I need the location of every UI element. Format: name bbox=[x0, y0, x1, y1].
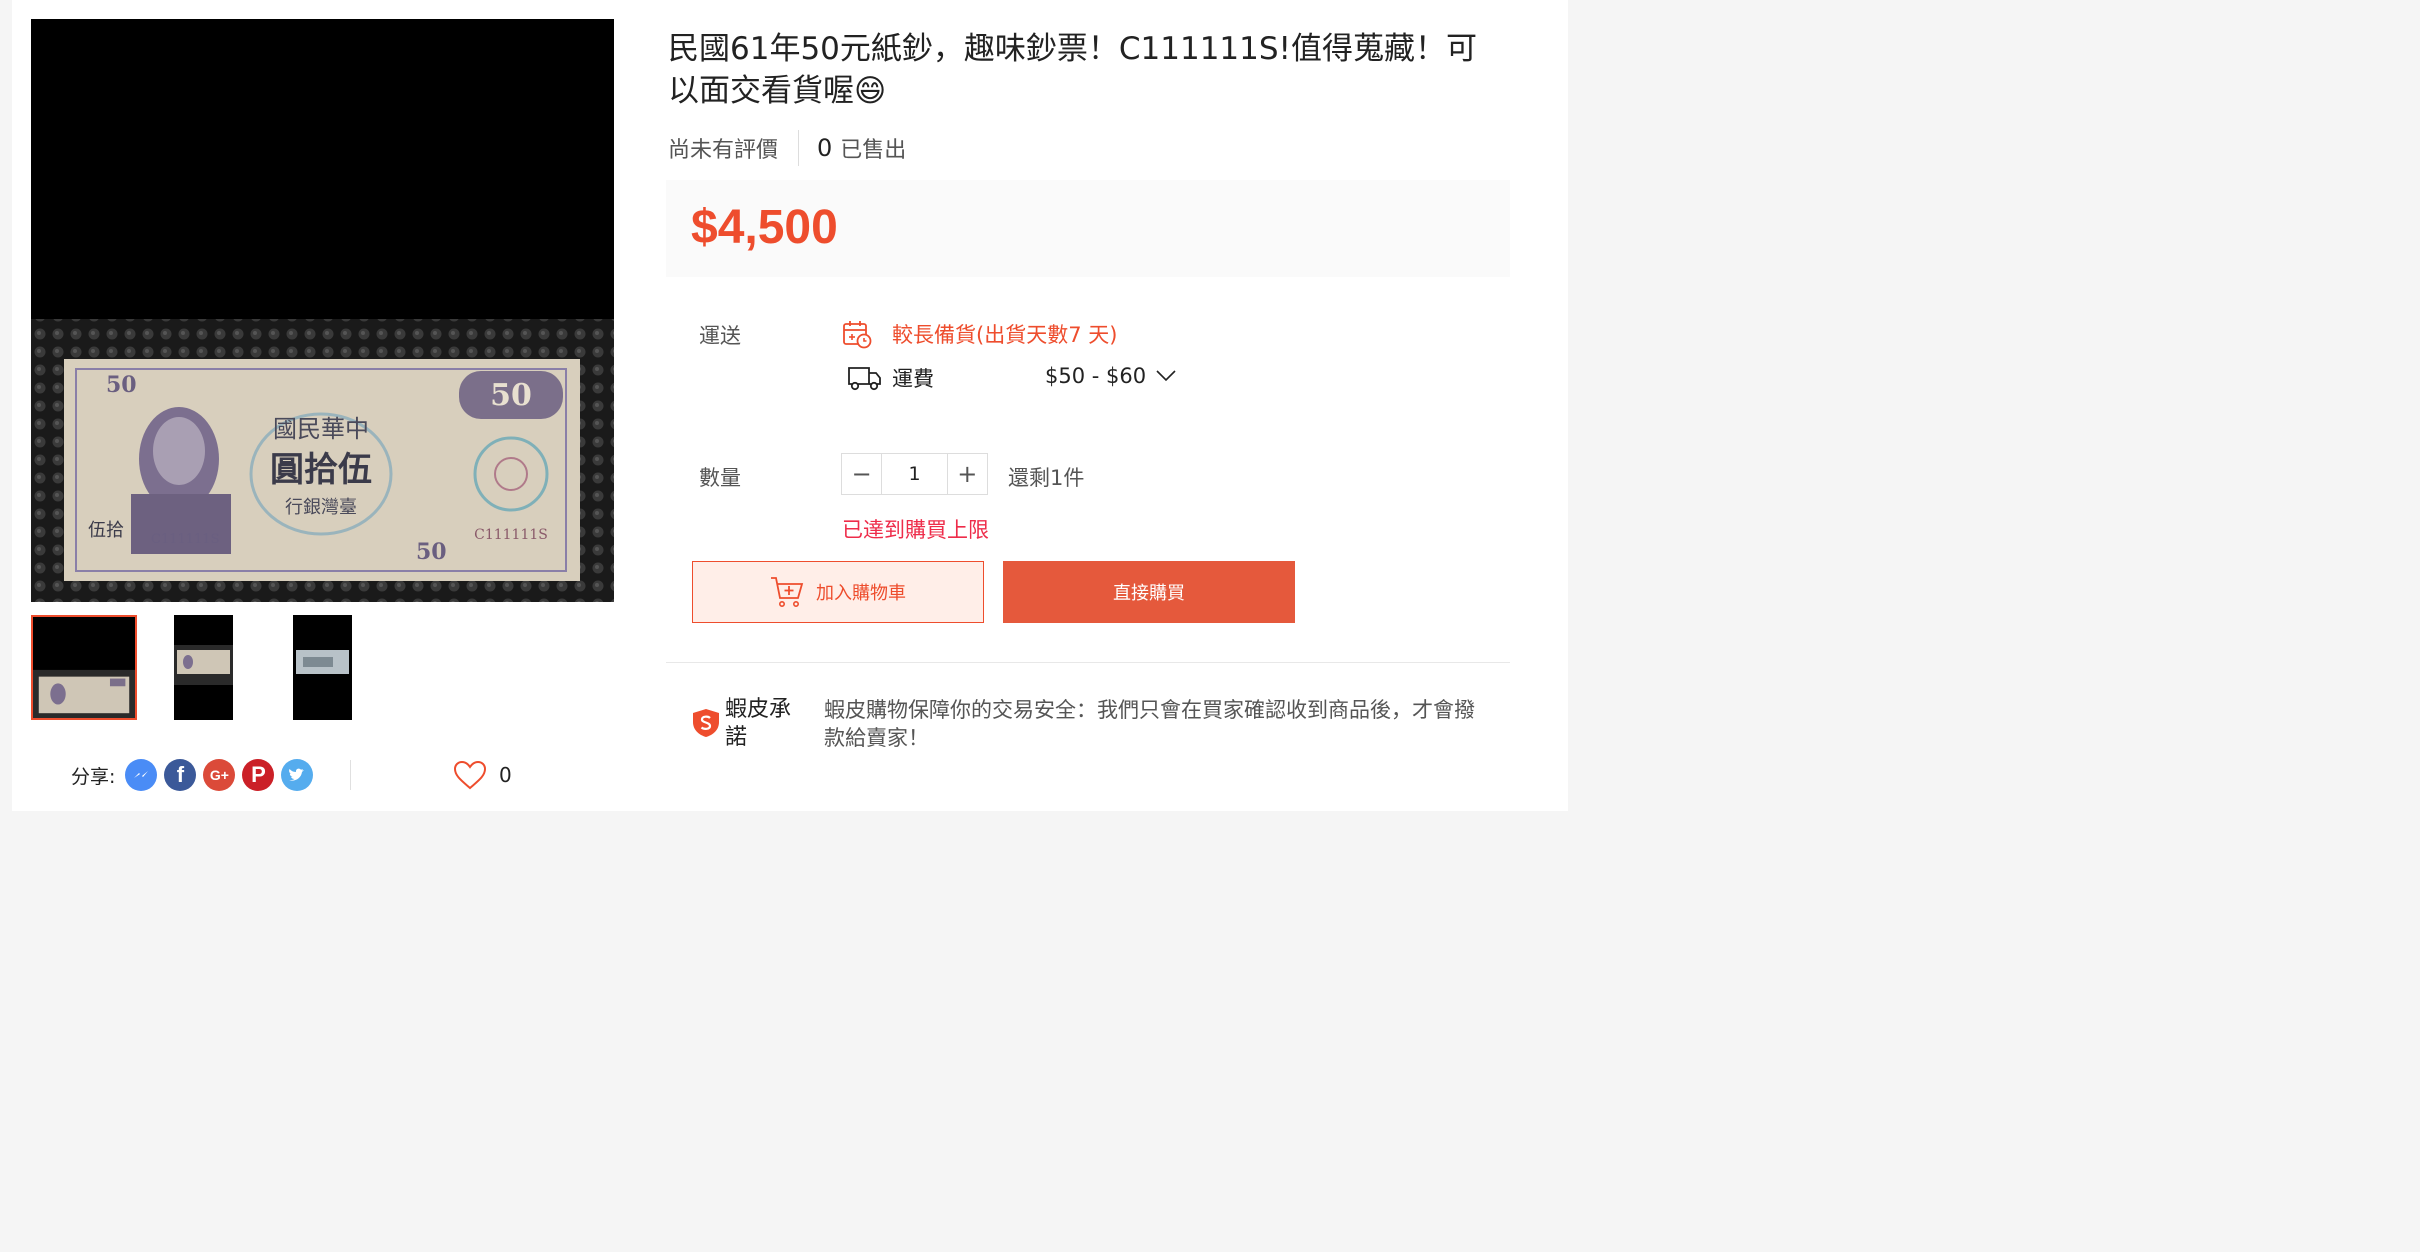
banknote-denomination-top: 50 bbox=[490, 378, 532, 413]
cart-add-icon bbox=[771, 577, 804, 607]
shield-icon bbox=[693, 709, 719, 737]
shipping-fee-row: 運費 bbox=[848, 360, 934, 396]
shipping-fee-label: 運費 bbox=[892, 367, 934, 391]
buy-now-button[interactable]: 直接購買 bbox=[1003, 561, 1295, 623]
banknote-serial-left: C111111S bbox=[151, 532, 219, 547]
buy-now-label: 直接購買 bbox=[1113, 583, 1185, 604]
thumbnail-3-image bbox=[293, 615, 352, 720]
main-product-image[interactable]: 國民華中 圓拾伍 行銀灣臺 50 C111111S 50 50 C111111S… bbox=[31, 19, 614, 602]
banknote-text-top: 國民華中 bbox=[273, 415, 369, 443]
add-to-cart-button[interactable]: 加入購物車 bbox=[692, 561, 984, 623]
guarantee-text: 蝦皮購物保障你的交易安全：我們只會在買家確認收到商品後，才會撥款給賣家！ bbox=[824, 698, 1475, 750]
share-divider bbox=[350, 760, 351, 790]
rating-text[interactable]: 尚未有評價 bbox=[668, 132, 778, 164]
quantity-stepper: − 1 + bbox=[841, 453, 988, 495]
shipping-fee-value: $50 - $60 bbox=[1045, 364, 1147, 388]
sold-label: 已售出 bbox=[840, 138, 907, 163]
thumbnail-strip bbox=[31, 615, 614, 722]
like-button[interactable]: 0 bbox=[453, 757, 512, 793]
price-box: $4,500 bbox=[666, 180, 1510, 277]
quantity-decrease-button[interactable]: − bbox=[842, 454, 881, 494]
heart-icon bbox=[453, 760, 487, 790]
rating-row: 尚未有評價 0 已售出 bbox=[668, 128, 906, 168]
shipping-label: 運送 bbox=[699, 324, 741, 348]
add-to-cart-label: 加入購物車 bbox=[816, 583, 906, 604]
guarantee-title[interactable]: 蝦皮承諾 bbox=[725, 696, 805, 752]
facebook-icon[interactable]: f bbox=[164, 759, 197, 791]
thumbnail-2[interactable] bbox=[174, 615, 233, 720]
sold-count: 0 bbox=[817, 134, 833, 162]
quantity-input[interactable]: 1 bbox=[881, 454, 948, 494]
purchase-limit-message: 已達到購買上限 bbox=[842, 518, 989, 542]
banknote-serial-right: C111111S bbox=[474, 527, 548, 543]
quantity-label: 數量 bbox=[699, 466, 741, 490]
section-divider bbox=[666, 662, 1510, 663]
banknote-photo: 國民華中 圓拾伍 行銀灣臺 50 C111111S 50 50 C111111S… bbox=[31, 19, 614, 602]
calendar-clock-icon bbox=[843, 321, 872, 349]
shipping-highlight-text: 較長備貨(出貨天數7 天) bbox=[892, 323, 1118, 347]
pinterest-icon[interactable]: P bbox=[242, 759, 275, 791]
chevron-down-icon bbox=[1156, 370, 1176, 382]
price: $4,500 bbox=[691, 201, 838, 254]
banknote-denomination-bottom: 50 bbox=[416, 539, 447, 565]
thumbnail-3[interactable] bbox=[293, 615, 352, 720]
shipping-fee-dropdown[interactable]: $50 - $60 bbox=[1045, 364, 1176, 388]
banknote-text-bottom: 行銀灣臺 bbox=[285, 497, 357, 518]
share-label: 分享: bbox=[71, 765, 116, 788]
banknote-corner-chinese: 伍拾 bbox=[88, 520, 124, 541]
like-count: 0 bbox=[499, 763, 512, 787]
truck-icon bbox=[848, 367, 881, 391]
google-plus-icon[interactable]: G+ bbox=[203, 759, 236, 791]
thumbnail-1-image bbox=[33, 617, 135, 718]
thumbnail-1[interactable] bbox=[31, 615, 137, 720]
messenger-icon[interactable] bbox=[125, 759, 158, 791]
twitter-glyph bbox=[289, 768, 305, 781]
rating-divider bbox=[798, 130, 800, 166]
banknote-denomination-corner: 50 bbox=[106, 372, 137, 398]
stock-remaining: 還剩1件 bbox=[1008, 466, 1085, 490]
messenger-glyph bbox=[134, 771, 149, 778]
share-row: 分享: f G+ P bbox=[71, 757, 314, 793]
banknote-text-mid: 圓拾伍 bbox=[270, 450, 372, 490]
thumbnail-2-image bbox=[174, 615, 233, 720]
twitter-icon[interactable] bbox=[281, 759, 314, 791]
product-title: 民國61年50元紙鈔，趣味鈔票！C111111S!值得蒐藏！可以面交看貨喔😄 bbox=[668, 31, 1477, 109]
quantity-increase-button[interactable]: + bbox=[948, 454, 987, 494]
shipping-preparation: 較長備貨(出貨天數7 天) bbox=[842, 316, 1117, 352]
